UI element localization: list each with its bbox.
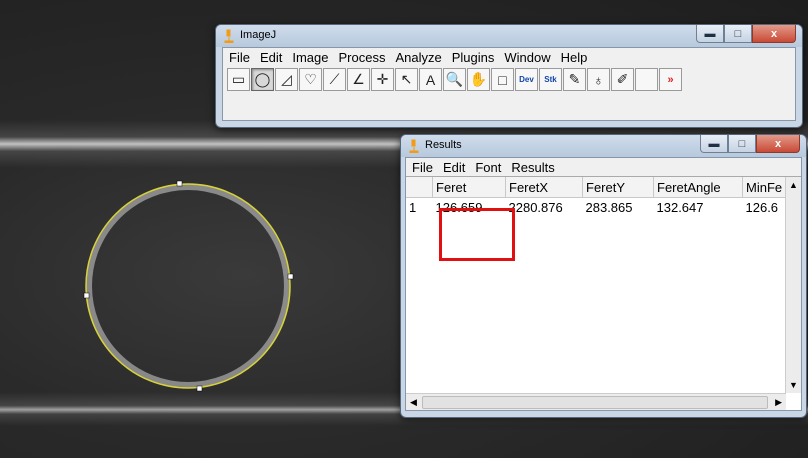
- results-client: File Edit Font Results Feret FeretX FeretY Fer…: [405, 157, 802, 411]
- menu-analyze[interactable]: Analyze: [391, 50, 447, 65]
- table-cell: 126.6: [745, 199, 779, 215]
- roi-handle-top[interactable]: [176, 180, 183, 187]
- imagej-title: ImageJ: [240, 29, 277, 41]
- magnifier-tool-icon[interactable]: 🔍: [443, 68, 466, 91]
- hand-tool-icon[interactable]: ✋: [467, 68, 490, 91]
- results-titlebar[interactable]: Results ▬ □ x: [401, 135, 806, 157]
- vertical-scrollbar[interactable]: ▲ ▼: [785, 177, 801, 393]
- scroll-left-arrow-icon[interactable]: ◀: [410, 397, 417, 408]
- results-title: Results: [425, 139, 462, 151]
- freehand-tool-icon[interactable]: ♡: [299, 68, 322, 91]
- rectangle-tool-icon[interactable]: ▭: [227, 68, 250, 91]
- scroll-up-arrow-icon[interactable]: ▲: [789, 180, 798, 190]
- table-cell: 2280.876: [508, 199, 563, 215]
- results-menubar: File Edit Font Results: [406, 158, 801, 176]
- roi-handle-left[interactable]: [83, 292, 90, 299]
- horizontal-scroll-thumb[interactable]: [422, 396, 768, 409]
- stk-menu-icon[interactable]: Stk: [539, 68, 562, 91]
- imagej-titlebar[interactable]: ImageJ ▬ □ x: [216, 25, 802, 47]
- oval-tool-icon[interactable]: ◯: [251, 68, 274, 91]
- column-header[interactable]: FeretY: [582, 177, 654, 198]
- minimize-button[interactable]: ▬: [696, 25, 724, 43]
- pencil-tool-icon[interactable]: ✐: [611, 68, 634, 91]
- menu-font[interactable]: Font: [471, 160, 507, 175]
- menu-file[interactable]: File: [408, 160, 439, 175]
- line-tool-icon[interactable]: ⟋: [323, 68, 346, 91]
- dropper-tool-icon[interactable]: □: [491, 68, 514, 91]
- wand-tool-icon[interactable]: ↖: [395, 68, 418, 91]
- menu-results[interactable]: Results: [507, 160, 560, 175]
- table-cell: 1: [409, 199, 417, 215]
- imagej-window: ImageJ ▬ □ x File Edit Image Process Analyze…: [215, 24, 803, 128]
- column-header[interactable]: FeretX: [505, 177, 583, 198]
- text-tool-icon[interactable]: A: [419, 68, 442, 91]
- results-window: Results ▬ □ x File Edit Font Results Feret F…: [400, 134, 807, 418]
- close-button[interactable]: x: [752, 25, 796, 43]
- more-tools-icon[interactable]: »: [659, 68, 682, 91]
- flood-fill-tool-icon[interactable]: ♁: [587, 68, 610, 91]
- imagej-client: File Edit Image Process Analyze Plugins Window…: [222, 47, 796, 121]
- roi-handle-bottom[interactable]: [196, 385, 203, 392]
- maximize-button[interactable]: □: [724, 25, 752, 43]
- minimize-button[interactable]: ▬: [700, 135, 728, 153]
- column-header[interactable]: FeretAngle: [653, 177, 743, 198]
- scroll-down-arrow-icon[interactable]: ▼: [789, 380, 798, 390]
- scroll-right-arrow-icon[interactable]: ▶: [775, 397, 782, 408]
- horizontal-scrollbar[interactable]: ◀ ▶: [406, 393, 786, 410]
- polygon-tool-icon[interactable]: ◿: [275, 68, 298, 91]
- column-header[interactable]: MinFe: [742, 177, 790, 198]
- menu-help[interactable]: Help: [557, 50, 594, 65]
- menu-edit[interactable]: Edit: [439, 160, 471, 175]
- blank-tool-icon[interactable]: [635, 68, 658, 91]
- microscope-icon: [409, 139, 419, 153]
- menu-image[interactable]: Image: [288, 50, 334, 65]
- close-button[interactable]: x: [756, 135, 800, 153]
- dev-menu-icon[interactable]: Dev: [515, 68, 538, 91]
- imagej-menubar: File Edit Image Process Analyze Plugins Window…: [223, 48, 795, 66]
- maximize-button[interactable]: □: [728, 135, 756, 153]
- point-tool-icon[interactable]: ✛: [371, 68, 394, 91]
- menu-file[interactable]: File: [225, 50, 256, 65]
- microscope-icon: [224, 29, 234, 43]
- column-header[interactable]: [406, 177, 433, 198]
- menu-window[interactable]: Window: [500, 50, 556, 65]
- menu-process[interactable]: Process: [335, 50, 392, 65]
- column-header[interactable]: Feret: [432, 177, 506, 198]
- roi-handle-right[interactable]: [287, 273, 294, 280]
- table-cell: 132.647: [656, 199, 704, 215]
- menu-plugins[interactable]: Plugins: [448, 50, 501, 65]
- brush-tool-icon[interactable]: ✎: [563, 68, 586, 91]
- table-cell: 283.865: [585, 199, 633, 215]
- feret-highlight-box: [439, 208, 515, 261]
- angle-tool-icon[interactable]: ∠: [347, 68, 370, 91]
- cell-ring: [86, 184, 290, 388]
- menu-edit[interactable]: Edit: [256, 50, 288, 65]
- imagej-toolbar: ▭ ◯ ◿ ♡ ⟋ ∠ ✛ ↖ A 🔍 ✋ □ Dev Stk ✎ ♁ ✐ »: [223, 66, 795, 93]
